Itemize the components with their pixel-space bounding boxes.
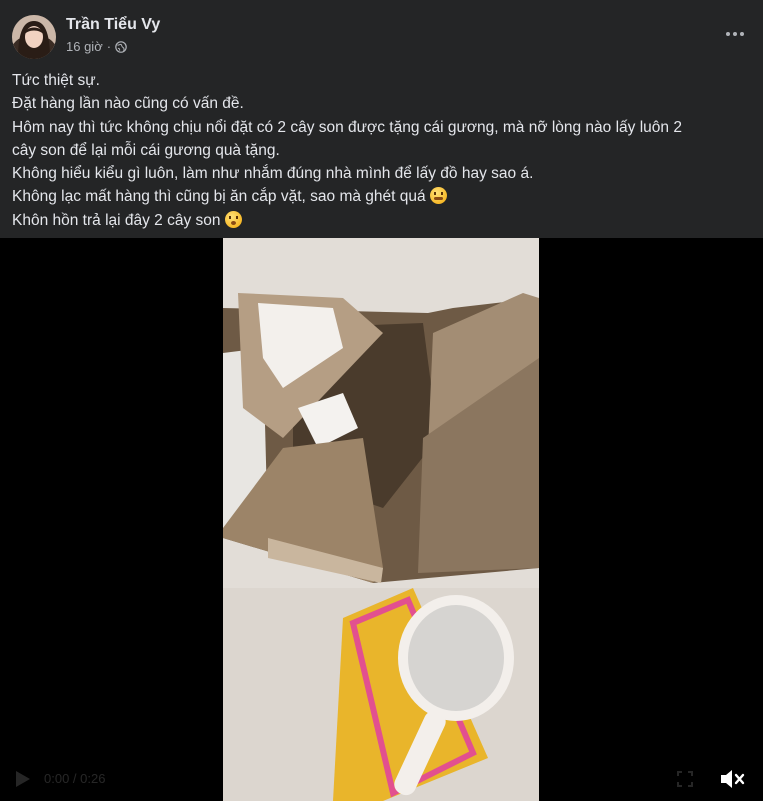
globe-icon[interactable] (115, 40, 127, 53)
video-time: 0:00 / 0:26 (44, 771, 106, 786)
video-frame[interactable] (223, 238, 539, 801)
post-line-with-emoji: Khôn hồn trả lại đây 2 cây son (12, 209, 752, 232)
fullscreen-icon[interactable] (677, 771, 693, 787)
post-line: Đặt hàng lần nào cũng có vấn đề. (12, 95, 244, 113)
post-line-with-emoji: Không lạc mất hàng thì cũng bị ăn cắp vặ… (12, 185, 752, 208)
speaker-muted-icon[interactable] (719, 767, 745, 791)
more-dot-icon (733, 32, 737, 36)
steaming-angry-face-emoji (429, 187, 447, 205)
post-text: Tức thiệt sự. Đặt hàng lần nào cũng có v… (12, 69, 752, 232)
post-meta: 16 giờ · (66, 39, 127, 54)
author-name[interactable]: Trần Tiểu Vy (66, 16, 160, 34)
play-icon[interactable] (16, 771, 30, 787)
author-avatar[interactable] (12, 15, 56, 59)
flushed-face-emoji (224, 210, 242, 228)
meta-separator: · (106, 39, 112, 54)
video-controls: 0:00 / 0:26 (0, 757, 763, 801)
post-line: Không hiểu kiểu gì luôn, làm như nhắm đú… (12, 165, 534, 183)
more-dot-icon (726, 32, 730, 36)
post-line: Khôn hồn trả lại đây 2 cây son (12, 211, 221, 229)
post-line: Không lạc mất hàng thì cũng bị ăn cắp vặ… (12, 188, 426, 206)
post-line: Hôm nay thì tức không chịu nổi đặt có 2 … (12, 118, 682, 136)
post-line: Tức thiệt sự. (12, 72, 100, 89)
more-options-button[interactable] (723, 24, 747, 44)
video-player[interactable]: 0:00 / 0:26 (0, 238, 763, 801)
more-dot-icon (740, 32, 744, 36)
post-timestamp[interactable]: 16 giờ (66, 39, 103, 54)
post-line: cây son để lại mỗi cái gương quà tặng. (12, 141, 280, 159)
post-header: Trần Tiểu Vy 16 giờ · (0, 0, 763, 66)
